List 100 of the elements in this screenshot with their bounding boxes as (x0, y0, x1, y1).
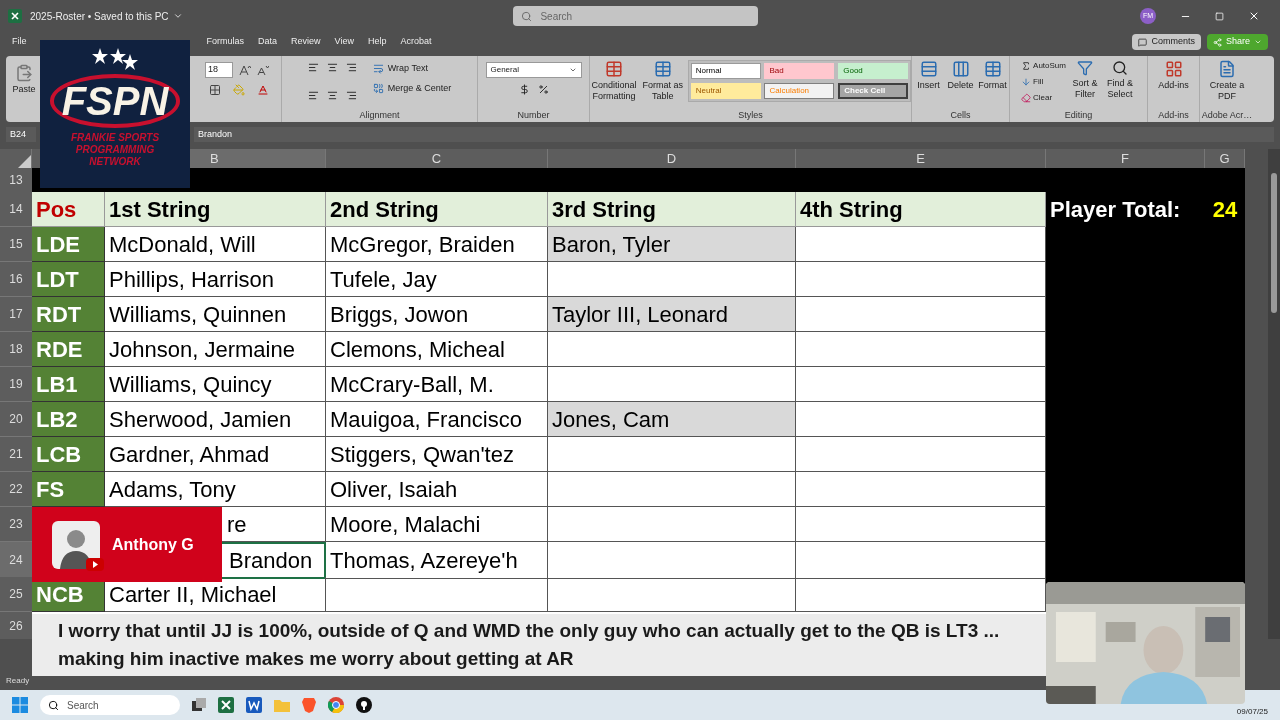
table-cell: Stiggers, Qwan'tez (326, 437, 548, 472)
table-cell: McDonald, Will (105, 227, 326, 262)
clear-button[interactable]: Clear (1021, 92, 1066, 104)
start-icon[interactable] (12, 697, 28, 713)
menu-tab[interactable]: View (334, 35, 354, 49)
cell-style[interactable]: Good (838, 63, 909, 79)
comments-button[interactable]: Comments (1132, 34, 1201, 50)
document-app-icon[interactable] (246, 697, 262, 713)
avatar-icon (52, 520, 100, 569)
align-center-icon[interactable] (326, 90, 338, 102)
row-number[interactable]: 14 (0, 192, 32, 227)
ribbon-button[interactable]: Conditional Formatting (590, 60, 638, 109)
row-number[interactable]: 23 (0, 507, 32, 542)
group-label: Adobe Acr… (1201, 108, 1253, 122)
currency-icon[interactable] (518, 84, 530, 95)
column-header[interactable]: E (796, 149, 1045, 169)
group-label: Cells (950, 108, 971, 122)
search-icon (521, 10, 533, 22)
table-cell: Thomas, Azereye'h (326, 542, 548, 579)
wrap-text-button[interactable]: Wrap Text (372, 62, 452, 76)
menu-tab[interactable]: File (12, 35, 27, 49)
filter-icon (1076, 60, 1093, 76)
ribbon-button[interactable]: Sort & Filter (1069, 60, 1100, 109)
merge-center-button[interactable]: Merge & Center (372, 81, 452, 95)
align-right-icon[interactable] (345, 90, 357, 102)
row-number[interactable]: 17 (0, 297, 32, 332)
menu-tab[interactable]: Data (258, 35, 278, 49)
column-header[interactable]: F (1046, 149, 1204, 169)
row-number[interactable]: 20 (0, 402, 32, 437)
table-cell: Taylor III, Leonard (548, 297, 796, 332)
table-cell: Sherwood, Jamien (105, 402, 326, 437)
percent-icon[interactable] (537, 84, 549, 95)
number-format-field[interactable]: General (485, 62, 582, 78)
ribbon-button[interactable]: Insert (914, 60, 943, 109)
borders-icon[interactable] (209, 84, 221, 96)
position-cell: RDT (32, 297, 105, 332)
menu-tab[interactable]: Help (367, 35, 387, 49)
row-number[interactable]: 18 (0, 332, 32, 367)
search-field[interactable]: Search (513, 6, 759, 26)
table-cell: Oliver, Isaiah (326, 472, 548, 507)
fill-button[interactable]: Fill (1021, 76, 1066, 88)
name-box[interactable]: B24 (6, 127, 36, 142)
menu-tab[interactable]: Formulas (206, 35, 245, 49)
cell-style[interactable]: Normal (690, 63, 761, 79)
paste-icon (15, 64, 33, 82)
chevron-icon (568, 66, 577, 74)
column-header[interactable]: C (326, 149, 547, 169)
row-number[interactable]: 19 (0, 367, 32, 402)
column-heading: 3rd String (548, 192, 796, 227)
group-label: Alignment (359, 108, 400, 122)
row-number[interactable]: 25 (0, 577, 32, 612)
row-number[interactable]: 26 (0, 612, 32, 639)
column-header[interactable]: B (190, 149, 325, 169)
shrink-font-icon[interactable] (257, 64, 269, 76)
menu-tab[interactable]: Acrobat (400, 35, 432, 49)
column-header[interactable]: G (1205, 149, 1244, 169)
column-header[interactable]: D (548, 149, 795, 169)
font-size-field[interactable]: 18 (205, 62, 233, 78)
close-icon[interactable] (1248, 10, 1260, 22)
window-title: 2025-Roster • Saved to this PC (30, 8, 183, 24)
ribbon-button[interactable]: Add-ins (1151, 60, 1196, 91)
font-color-icon[interactable] (257, 84, 269, 96)
total-value: 24 (1205, 192, 1245, 227)
merge-icon (372, 82, 384, 94)
ribbon-button[interactable]: Format (978, 60, 1007, 109)
taskbar-search-field[interactable]: Search (40, 695, 180, 715)
browser-icon[interactable] (328, 697, 344, 713)
grow-font-icon[interactable] (239, 64, 251, 76)
group-label: Number (517, 108, 550, 122)
row-number[interactable]: 16 (0, 262, 32, 297)
align-left-icon[interactable] (307, 90, 319, 102)
ribbon-button[interactable]: Create a PDF (1205, 60, 1249, 102)
stars-icon (92, 48, 138, 70)
autosum-button[interactable]: AutoSum (1021, 60, 1066, 72)
group-label: Styles (738, 108, 763, 122)
row-number[interactable]: 24 (0, 542, 32, 579)
menu-tab[interactable]: Review (291, 35, 321, 49)
chat-author: Anthony G (112, 534, 194, 555)
date-text: 09/07/25 (1236, 706, 1268, 718)
spreadsheet-app-icon[interactable] (218, 697, 234, 713)
eraser-icon (1021, 93, 1032, 103)
ribbon-button[interactable]: Find & Select (1103, 60, 1136, 109)
formula-field[interactable]: Brandon (194, 127, 1274, 142)
table-cell: Moore, Malachi (326, 507, 548, 542)
insert-icon (919, 60, 938, 78)
select-all-icon[interactable] (17, 154, 31, 169)
row-number[interactable]: 13 (0, 168, 32, 192)
chevron-icon (172, 11, 183, 21)
row-number[interactable]: 22 (0, 472, 32, 507)
restore-icon[interactable] (1215, 11, 1224, 21)
fill-color-icon[interactable] (233, 84, 245, 96)
task-view-icon[interactable] (192, 698, 206, 712)
row-number[interactable]: 21 (0, 437, 32, 472)
caption-text: I worry that until JJ is 100%, outside of Q and WMD the only guy who can actually get to the QB is LT3 ... making him inactive makes me worry about getting at AR (58, 619, 1001, 671)
ribbon-button[interactable]: Format as Table (641, 60, 684, 109)
ribbon-button[interactable]: Delete (946, 60, 975, 109)
cell-style[interactable]: Bad (764, 63, 835, 79)
ribbon-button[interactable]: Paste (12, 64, 36, 95)
row-number[interactable]: 15 (0, 227, 32, 262)
cell-style[interactable]: Neutral (690, 83, 761, 99)
